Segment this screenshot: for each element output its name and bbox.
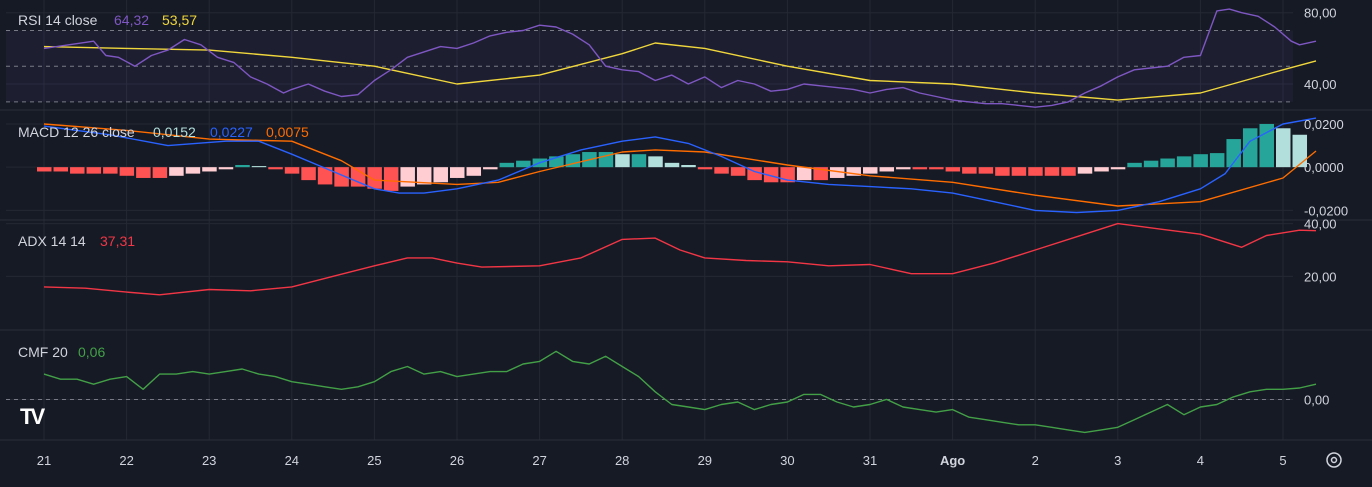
macd-histogram-bar bbox=[896, 167, 911, 170]
x-tick-label: 31 bbox=[863, 453, 877, 468]
macd-histogram-bar bbox=[218, 167, 234, 170]
cmf-y-tick-label: 0,00 bbox=[1304, 392, 1329, 407]
macd-histogram-bar bbox=[37, 167, 52, 172]
macd-histogram-bar bbox=[1209, 153, 1225, 168]
adx-title: ADX 14 14 bbox=[18, 233, 86, 249]
macd-histogram-bar bbox=[103, 167, 118, 174]
macd-title: MACD 12 26 close bbox=[18, 124, 135, 140]
macd-histogram-bar bbox=[945, 167, 961, 172]
x-tick-label: 24 bbox=[285, 453, 299, 468]
macd-histogram-bar bbox=[516, 160, 531, 168]
x-tick-label: 22 bbox=[119, 453, 133, 468]
x-tick-label: Ago bbox=[940, 453, 965, 468]
rsi-title: RSI 14 close bbox=[18, 12, 98, 28]
adx-legend[interactable]: ADX 14 14 37,31 bbox=[18, 233, 135, 249]
cmf-title: CMF 20 bbox=[18, 344, 68, 360]
x-tick-label: 3 bbox=[1114, 453, 1121, 468]
adx-y-tick-label: 40,00 bbox=[1304, 217, 1337, 232]
macd-histogram-bar bbox=[1094, 167, 1109, 172]
macd-histogram-bar bbox=[70, 167, 85, 174]
macd-histogram-bar bbox=[664, 162, 680, 168]
macd-histogram-bar bbox=[202, 167, 217, 172]
rsi-y-tick-label: 40,00 bbox=[1304, 77, 1337, 92]
macd-histogram-bar bbox=[499, 162, 515, 168]
macd-histogram-bar bbox=[978, 167, 994, 174]
macd-histogram-bar bbox=[697, 167, 713, 170]
macd-histogram-bar bbox=[962, 167, 977, 174]
macd-histogram-bar bbox=[1028, 167, 1043, 176]
macd-histogram-bar bbox=[284, 167, 300, 174]
macd-histogram-bar bbox=[1160, 158, 1175, 168]
logo-text: TV bbox=[20, 404, 45, 429]
macd-histogram-bar bbox=[1061, 167, 1076, 176]
macd-histogram-bar bbox=[450, 167, 465, 178]
macd-histogram-bar bbox=[86, 167, 102, 174]
macd-histogram-bar bbox=[631, 154, 647, 168]
macd-line-value: 0,0227 bbox=[210, 124, 253, 140]
macd-histogram-bar bbox=[796, 167, 812, 181]
macd-histogram-bar bbox=[251, 166, 267, 168]
x-tick-label: 23 bbox=[202, 453, 216, 468]
macd-histogram-bar bbox=[1143, 160, 1159, 168]
x-tick-label: 26 bbox=[450, 453, 464, 468]
macd-histogram-bar bbox=[136, 167, 151, 178]
macd-histogram-bar bbox=[268, 167, 283, 170]
macd-histogram-bar bbox=[714, 167, 729, 174]
macd-histogram-bar bbox=[466, 167, 482, 176]
macd-histogram-bar bbox=[929, 167, 944, 170]
macd-histogram-bar bbox=[879, 167, 895, 172]
macd-histogram-bar bbox=[1193, 154, 1208, 168]
x-tick-label: 28 bbox=[615, 453, 629, 468]
x-tick-label: 25 bbox=[367, 453, 381, 468]
x-tick-label: 5 bbox=[1279, 453, 1286, 468]
macd-histogram-bar bbox=[995, 167, 1010, 176]
macd-histogram-bar bbox=[1077, 167, 1093, 174]
x-tick-label: 30 bbox=[780, 453, 794, 468]
adx-y-tick-label: 20,00 bbox=[1304, 269, 1337, 284]
macd-histogram-bar bbox=[1127, 162, 1142, 168]
x-tick-label: 29 bbox=[698, 453, 712, 468]
macd-histogram-bar bbox=[863, 167, 878, 174]
macd-histogram-bar bbox=[185, 167, 201, 174]
macd-histogram-bar bbox=[53, 167, 69, 172]
macd-legend[interactable]: MACD 12 26 close 0,0152 0,0227 0,0075 bbox=[18, 124, 309, 140]
chart-canvas: 80,0040,000,02000,0000-0,020040,0020,000… bbox=[0, 0, 1372, 482]
cmf-legend[interactable]: CMF 20 0,06 bbox=[18, 344, 105, 360]
adx-value: 37,31 bbox=[100, 233, 135, 249]
x-tick-label: 4 bbox=[1197, 453, 1204, 468]
x-tick-label: 27 bbox=[532, 453, 546, 468]
macd-histogram-value: 0,0152 bbox=[153, 124, 196, 140]
macd-signal-value: 0,0075 bbox=[266, 124, 309, 140]
macd-histogram-bar bbox=[1044, 167, 1060, 176]
cmf-value: 0,06 bbox=[78, 344, 105, 360]
macd-histogram-bar bbox=[681, 165, 696, 168]
x-tick-label: 2 bbox=[1032, 453, 1039, 468]
tradingview-logo[interactable]: TV bbox=[20, 404, 48, 429]
macd-histogram-bar bbox=[400, 167, 415, 187]
macd-histogram-bar bbox=[383, 167, 399, 191]
macd-histogram-bar bbox=[1276, 128, 1291, 168]
macd-histogram-bar bbox=[912, 167, 928, 170]
macd-y-tick-label: 0,0000 bbox=[1304, 160, 1344, 175]
macd-histogram-bar bbox=[1011, 167, 1027, 176]
macd-histogram-bar bbox=[648, 156, 663, 168]
macd-histogram-bar bbox=[301, 167, 316, 181]
rsi-y-tick-label: 80,00 bbox=[1304, 6, 1337, 21]
macd-histogram-bar bbox=[1110, 167, 1126, 170]
macd-histogram-bar bbox=[235, 165, 250, 168]
macd-histogram-bar bbox=[119, 167, 135, 176]
macd-histogram-bar bbox=[1176, 156, 1192, 168]
macd-histogram-bar bbox=[433, 167, 448, 183]
macd-y-tick-label: 0,0200 bbox=[1304, 117, 1344, 132]
macd-histogram-bar bbox=[730, 167, 746, 176]
macd-histogram-bar bbox=[483, 167, 498, 170]
macd-histogram-bar bbox=[152, 167, 168, 178]
macd-histogram-bar bbox=[615, 154, 630, 168]
rsi-value: 64,32 bbox=[114, 12, 149, 28]
rsi-ma-value: 53,57 bbox=[162, 12, 197, 28]
indicator-chart: 80,00 40,00 0,0200 0,0000 -0,0200 40,00 20,00 0… bbox=[0, 0, 1372, 482]
macd-histogram-bar bbox=[169, 167, 184, 176]
x-tick-label: 21 bbox=[37, 453, 51, 468]
